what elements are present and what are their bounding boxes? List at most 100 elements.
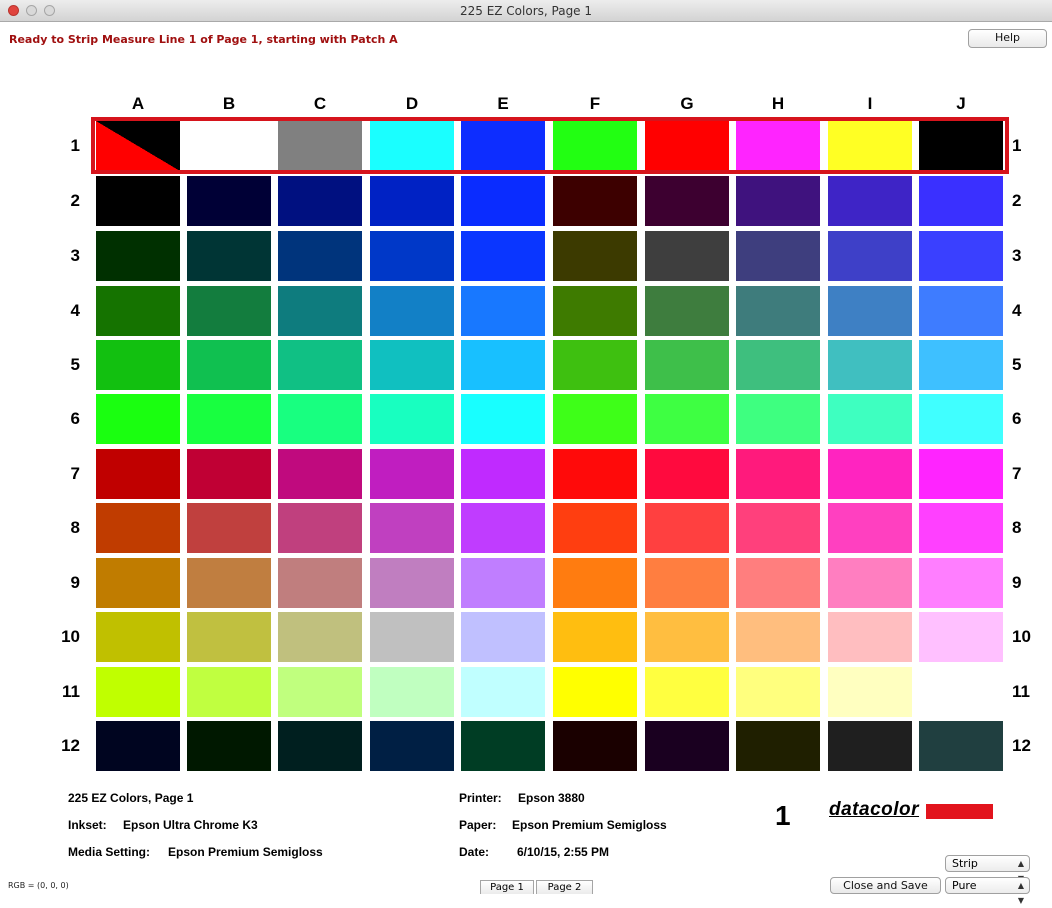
patch-c8[interactable] bbox=[278, 503, 362, 553]
patch-f10[interactable] bbox=[553, 612, 637, 662]
patch-b12[interactable] bbox=[187, 721, 271, 771]
patch-j7[interactable] bbox=[919, 449, 1003, 499]
patch-i8[interactable] bbox=[828, 503, 912, 553]
patch-c7[interactable] bbox=[278, 449, 362, 499]
patch-f12[interactable] bbox=[553, 721, 637, 771]
patch-g3[interactable] bbox=[645, 231, 729, 281]
patch-b10[interactable] bbox=[187, 612, 271, 662]
patch-d1[interactable] bbox=[370, 121, 454, 171]
patch-e8[interactable] bbox=[461, 503, 545, 553]
patch-e1[interactable] bbox=[461, 121, 545, 171]
patch-j12[interactable] bbox=[919, 721, 1003, 771]
patch-c11[interactable] bbox=[278, 667, 362, 717]
patch-g4[interactable] bbox=[645, 286, 729, 336]
patch-d10[interactable] bbox=[370, 612, 454, 662]
patch-d4[interactable] bbox=[370, 286, 454, 336]
patch-j3[interactable] bbox=[919, 231, 1003, 281]
patch-b1[interactable] bbox=[187, 121, 271, 171]
patch-h12[interactable] bbox=[736, 721, 820, 771]
patch-e4[interactable] bbox=[461, 286, 545, 336]
patch-d2[interactable] bbox=[370, 176, 454, 226]
patch-c9[interactable] bbox=[278, 558, 362, 608]
patch-b7[interactable] bbox=[187, 449, 271, 499]
patch-d12[interactable] bbox=[370, 721, 454, 771]
patch-h1[interactable] bbox=[736, 121, 820, 171]
patch-g7[interactable] bbox=[645, 449, 729, 499]
patch-g1[interactable] bbox=[645, 121, 729, 171]
patch-i12[interactable] bbox=[828, 721, 912, 771]
patch-g5[interactable] bbox=[645, 340, 729, 390]
tab-page-2[interactable]: Page 2 bbox=[536, 880, 593, 894]
patch-c1[interactable] bbox=[278, 121, 362, 171]
patch-h8[interactable] bbox=[736, 503, 820, 553]
patch-e11[interactable] bbox=[461, 667, 545, 717]
patch-b8[interactable] bbox=[187, 503, 271, 553]
patch-j6[interactable] bbox=[919, 394, 1003, 444]
patch-b3[interactable] bbox=[187, 231, 271, 281]
patch-a2[interactable] bbox=[96, 176, 180, 226]
patch-a1[interactable] bbox=[96, 121, 180, 171]
patch-j2[interactable] bbox=[919, 176, 1003, 226]
patch-b4[interactable] bbox=[187, 286, 271, 336]
patch-f5[interactable] bbox=[553, 340, 637, 390]
patch-c10[interactable] bbox=[278, 612, 362, 662]
patch-b11[interactable] bbox=[187, 667, 271, 717]
patch-g11[interactable] bbox=[645, 667, 729, 717]
patch-b6[interactable] bbox=[187, 394, 271, 444]
ink-mode-select[interactable]: Pure ▲ ▼ bbox=[945, 877, 1030, 905]
patch-e7[interactable] bbox=[461, 449, 545, 499]
patch-c12[interactable] bbox=[278, 721, 362, 771]
patch-a9[interactable] bbox=[96, 558, 180, 608]
patch-d6[interactable] bbox=[370, 394, 454, 444]
patch-a6[interactable] bbox=[96, 394, 180, 444]
tab-page-1[interactable]: Page 1 bbox=[480, 880, 534, 894]
patch-j10[interactable] bbox=[919, 612, 1003, 662]
patch-c4[interactable] bbox=[278, 286, 362, 336]
patch-a5[interactable] bbox=[96, 340, 180, 390]
patch-h6[interactable] bbox=[736, 394, 820, 444]
patch-i11[interactable] bbox=[828, 667, 912, 717]
patch-b9[interactable] bbox=[187, 558, 271, 608]
patch-f4[interactable] bbox=[553, 286, 637, 336]
patch-i7[interactable] bbox=[828, 449, 912, 499]
patch-j1[interactable] bbox=[919, 121, 1003, 171]
patch-g9[interactable] bbox=[645, 558, 729, 608]
patch-h5[interactable] bbox=[736, 340, 820, 390]
patch-h2[interactable] bbox=[736, 176, 820, 226]
patch-e10[interactable] bbox=[461, 612, 545, 662]
patch-i2[interactable] bbox=[828, 176, 912, 226]
patch-d5[interactable] bbox=[370, 340, 454, 390]
patch-g6[interactable] bbox=[645, 394, 729, 444]
patch-b5[interactable] bbox=[187, 340, 271, 390]
patch-h11[interactable] bbox=[736, 667, 820, 717]
patch-f8[interactable] bbox=[553, 503, 637, 553]
patch-e3[interactable] bbox=[461, 231, 545, 281]
patch-g2[interactable] bbox=[645, 176, 729, 226]
patch-a8[interactable] bbox=[96, 503, 180, 553]
patch-f3[interactable] bbox=[553, 231, 637, 281]
patch-j8[interactable] bbox=[919, 503, 1003, 553]
patch-f1[interactable] bbox=[553, 121, 637, 171]
patch-g12[interactable] bbox=[645, 721, 729, 771]
patch-d9[interactable] bbox=[370, 558, 454, 608]
patch-h9[interactable] bbox=[736, 558, 820, 608]
patch-j5[interactable] bbox=[919, 340, 1003, 390]
patch-b2[interactable] bbox=[187, 176, 271, 226]
close-and-save-button[interactable]: Close and Save bbox=[830, 877, 941, 894]
patch-f7[interactable] bbox=[553, 449, 637, 499]
patch-f11[interactable] bbox=[553, 667, 637, 717]
patch-h3[interactable] bbox=[736, 231, 820, 281]
patch-i10[interactable] bbox=[828, 612, 912, 662]
patch-e5[interactable] bbox=[461, 340, 545, 390]
patch-h10[interactable] bbox=[736, 612, 820, 662]
patch-c5[interactable] bbox=[278, 340, 362, 390]
patch-e9[interactable] bbox=[461, 558, 545, 608]
patch-c2[interactable] bbox=[278, 176, 362, 226]
patch-d8[interactable] bbox=[370, 503, 454, 553]
patch-e12[interactable] bbox=[461, 721, 545, 771]
patch-d7[interactable] bbox=[370, 449, 454, 499]
patch-a10[interactable] bbox=[96, 612, 180, 662]
patch-i6[interactable] bbox=[828, 394, 912, 444]
patch-h7[interactable] bbox=[736, 449, 820, 499]
patch-f9[interactable] bbox=[553, 558, 637, 608]
